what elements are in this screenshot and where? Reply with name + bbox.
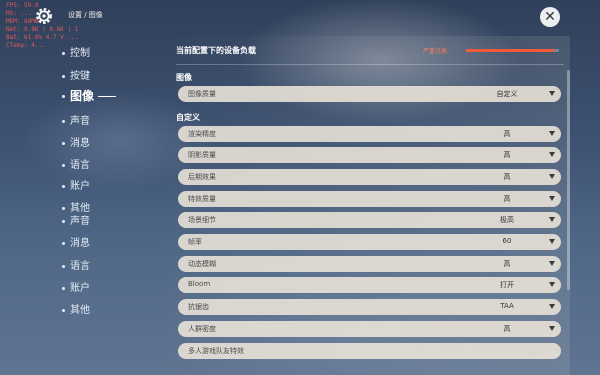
bullet-icon: [62, 206, 65, 210]
device-load-status: 严重过高: [423, 48, 448, 55]
sidebar-item-label: 声音: [70, 216, 90, 227]
scrollbar[interactable]: [567, 70, 570, 290]
sidebar-item-label: 图像: [70, 89, 95, 103]
bullet-icon: [62, 219, 65, 223]
bullet-icon: [62, 308, 65, 312]
setting-row-scene-detail[interactable]: 场景细节 极高: [178, 212, 561, 228]
divider: [176, 64, 564, 65]
dropdown-arrow-icon: [549, 304, 555, 309]
setting-value: 高: [503, 195, 511, 203]
close-button[interactable]: ✕: [540, 7, 560, 27]
setting-value: 60: [502, 237, 512, 245]
sidebar-item-graphics[interactable]: 图像: [62, 87, 117, 104]
setting-label: Bloom: [188, 280, 211, 288]
sidebar-item-account[interactable]: 账户: [62, 177, 90, 192]
setting-row-post-effects[interactable]: 后期效果 高: [178, 169, 561, 185]
setting-value: 高: [503, 173, 511, 181]
sidebar-item-label: 消息: [70, 238, 90, 249]
setting-label: 阴影质量: [188, 151, 216, 159]
dropdown-arrow-icon: [549, 217, 555, 222]
setting-row-coop-teammate-effects[interactable]: 多人游戏队友特效: [178, 343, 561, 359]
device-load-title: 当前配置下的设备负载: [176, 46, 256, 55]
sidebar-item-label: 账户: [70, 283, 90, 294]
setting-row-crowd-density[interactable]: 人群密度 高: [178, 321, 561, 337]
debug-line: Bat: 61.0% 4.7 V ...: [6, 34, 79, 41]
dropdown-arrow-icon: [549, 196, 555, 201]
sidebar-item-messages[interactable]: 消息: [62, 234, 90, 249]
sidebar-item-language[interactable]: 语言: [62, 156, 90, 171]
setting-value: 高: [503, 130, 511, 138]
setting-value: TAA: [500, 302, 514, 310]
sidebar-item-label: 消息: [70, 138, 90, 149]
sidebar-item-label: 语言: [70, 160, 90, 171]
bullet-icon: [62, 241, 65, 245]
setting-row-frame-rate[interactable]: 帧率 60: [178, 234, 561, 250]
bullet-icon: [62, 95, 65, 98]
setting-value: 自定义: [496, 90, 518, 98]
device-load-bar: [466, 49, 559, 52]
setting-row-bloom[interactable]: Bloom 打开: [178, 277, 561, 293]
bullet-icon: [62, 163, 65, 167]
setting-label: 动态模糊: [188, 260, 216, 268]
sidebar-item-label: 账户: [70, 181, 90, 192]
setting-label: 渲染精度: [188, 130, 216, 138]
active-indicator: [98, 96, 117, 97]
bullet-icon: [62, 184, 65, 188]
sidebar-item-label: 语言: [70, 261, 90, 272]
section-title-image: 图像: [176, 73, 192, 82]
sidebar-item-sound[interactable]: 声音: [62, 212, 90, 227]
setting-label: 多人游戏队友特效: [188, 347, 244, 355]
sidebar-item-label: 按键: [70, 71, 90, 82]
sidebar-item-label: 其他: [70, 305, 90, 316]
setting-label: 帧率: [188, 238, 202, 246]
gear-icon: [36, 8, 52, 24]
setting-value: 高: [503, 260, 511, 268]
sidebar-item-account[interactable]: 账户: [62, 279, 90, 294]
sidebar-item-other[interactable]: 其他: [62, 301, 90, 316]
debug-line: Net: 0.8K | 0.6K | 1: [6, 26, 79, 33]
setting-value: 高: [503, 151, 511, 159]
bullet-icon: [62, 51, 65, 55]
bullet-icon: [62, 141, 65, 145]
setting-label: 抗锯齿: [188, 303, 209, 311]
device-load-fill: [466, 49, 555, 52]
setting-row-shadow-quality[interactable]: 阴影质量 高: [178, 147, 561, 163]
dropdown-arrow-icon: [549, 261, 555, 266]
bullet-icon: [62, 119, 65, 123]
sidebar-item-keys[interactable]: 按键: [62, 67, 90, 82]
setting-value: 高: [503, 325, 511, 333]
setting-label: 图像质量: [188, 90, 216, 98]
sidebar-item-sound[interactable]: 声音: [62, 112, 90, 127]
setting-row-motion-blur[interactable]: 动态模糊 高: [178, 256, 561, 272]
close-icon: ✕: [544, 9, 556, 25]
setting-row-image-quality[interactable]: 图像质量 自定义: [178, 86, 561, 102]
dropdown-arrow-icon: [549, 239, 555, 244]
dropdown-arrow-icon: [549, 174, 555, 179]
sidebar-item-language[interactable]: 语言: [62, 257, 90, 272]
setting-label: 后期效果: [188, 173, 216, 181]
setting-row-render-precision[interactable]: 渲染精度 高: [178, 126, 561, 142]
setting-label: 场景细节: [188, 216, 216, 224]
setting-row-effects-quality[interactable]: 特效质量 高: [178, 191, 561, 207]
setting-row-anti-aliasing[interactable]: 抗锯齿 TAA: [178, 299, 561, 315]
setting-label: 特效质量: [188, 195, 216, 203]
dropdown-arrow-icon: [549, 131, 555, 136]
dropdown-arrow-icon: [549, 282, 555, 287]
bullet-icon: [62, 286, 65, 290]
sidebar-item-messages[interactable]: 消息: [62, 134, 90, 149]
dropdown-arrow-icon: [549, 91, 555, 96]
dropdown-arrow-icon: [549, 326, 555, 331]
section-title-custom: 自定义: [176, 113, 200, 122]
setting-label: 人群密度: [188, 325, 216, 333]
sidebar-item-label: 声音: [70, 116, 90, 127]
sidebar-item-control[interactable]: 控制: [62, 44, 90, 59]
dropdown-arrow-icon: [549, 152, 555, 157]
bullet-icon: [62, 74, 65, 78]
sidebar-item-label: 控制: [70, 48, 90, 59]
bullet-icon: [62, 264, 65, 268]
setting-value: 打开: [500, 281, 514, 289]
setting-value: 极高: [500, 216, 514, 224]
breadcrumb: 设置 / 图像: [68, 11, 103, 19]
